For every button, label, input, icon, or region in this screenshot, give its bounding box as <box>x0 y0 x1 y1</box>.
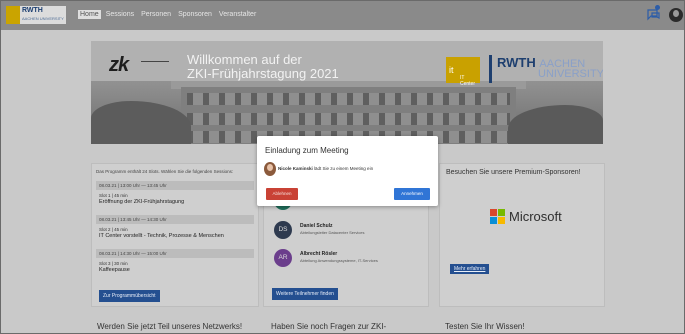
meeting-invite-dialog: Einladung zum Meeting Nicole Kaminski lä… <box>257 136 438 206</box>
sponsor-more-button[interactable]: Mehr erfahren <box>450 264 490 274</box>
invite-message: Nicole Kaminski lädt Sie zu einem Meetin… <box>278 166 373 171</box>
banner-welcome-line1: Willkommen auf der <box>187 52 302 67</box>
logo-text: RWTH AACHEN UNIVERSITY <box>22 7 64 23</box>
contact-role: Abteilung Anwendungssysteme, IT-Services <box>300 258 378 263</box>
logo-subtitle: AACHEN UNIVERSITY <box>22 16 64 21</box>
invite-text: lädt Sie zu einem Meeting ein <box>314 166 374 171</box>
logo-wordmark: RWTH <box>22 7 43 14</box>
sponsor-name: Microsoft <box>509 209 562 224</box>
quiz-heading: Testen Sie Ihr Wissen! <box>445 322 525 331</box>
session-title: IT Center vorstellt - Technik, Prozesse … <box>99 233 224 239</box>
session-item[interactable]: Slot 2 | 45 min IT Center vorstellt - Te… <box>96 227 254 239</box>
contact-item[interactable]: DS Daniel Schulz Abteilungsleiter Datace… <box>274 221 424 241</box>
sponsors-heading: Besuchen Sie unsere Premium-Sponsoren! <box>446 169 581 176</box>
session-title: Eröffnung der ZKI-Frühjahrstagung <box>99 199 185 205</box>
contact-name: Daniel Schulz <box>300 223 333 229</box>
find-participants-button[interactable]: Weitere Teilnehmer finden <box>272 288 338 300</box>
rwth-logo-bar <box>489 55 492 83</box>
banner-trees-right <box>508 105 603 144</box>
caller-name: Nicole Kaminski <box>278 166 313 171</box>
banner-welcome-line2: ZKI-Frühjahrstagung 2021 <box>187 66 339 81</box>
dialog-title: Einladung zum Meeting <box>265 146 349 155</box>
session-time: 08.03.21 | 13:00 Uhr — 13:45 Uhr <box>96 181 254 190</box>
nav-link-home[interactable]: Home <box>78 10 101 19</box>
notification-dot <box>655 5 660 10</box>
rwth-university: UNIVERSITY <box>538 68 603 80</box>
network-heading: Werden Sie jetzt Teil unseres Netzwerks! <box>97 322 243 331</box>
ms-logo-square <box>498 209 505 216</box>
building-window-row <box>187 113 510 125</box>
questions-heading: Haben Sie noch Fragen zur ZKI- <box>271 322 387 331</box>
rwth-wordmark: RWTH <box>497 55 536 70</box>
nav-link-sessions[interactable]: Sessions <box>104 10 136 19</box>
user-avatar[interactable] <box>669 8 683 22</box>
app-window: RWTH AACHEN UNIVERSITY Home Sessions Per… <box>0 0 685 334</box>
program-card: Das Programm enthält 24 Slots. Wählen Si… <box>91 163 259 307</box>
session-meta: Slot 2 | 45 min <box>99 227 128 232</box>
rwth-logo[interactable]: RWTH AACHEN UNIVERSITY <box>6 6 66 24</box>
building-window-row <box>187 93 510 105</box>
chat-icon[interactable] <box>647 9 660 21</box>
session-item[interactable]: Slot 3 | 30 min Kaffeepause <box>96 261 254 273</box>
logo-color-block <box>6 6 20 24</box>
program-note: Das Programm enthält 24 Slots. Wählen Si… <box>96 169 234 174</box>
session-meta: Slot 3 | 30 min <box>99 261 128 266</box>
top-nav: RWTH AACHEN UNIVERSITY Home Sessions Per… <box>1 1 684 30</box>
it-center-logo: it IT Center <box>446 57 480 87</box>
contact-role: Abteilungsleiter Datacenter Services <box>300 230 365 235</box>
banner-trees-left <box>91 101 191 144</box>
it-center-symbol: it <box>449 65 454 75</box>
decline-button[interactable]: Ablehnen <box>266 188 298 200</box>
contact-item[interactable]: AR Albrecht Rösler Abteilung Anwendungss… <box>274 249 424 269</box>
program-overview-button[interactable]: Zur Programmübersicht <box>99 290 160 302</box>
nav-link-veranstalter[interactable]: Veranstalter <box>217 10 258 19</box>
welcome-banner: zk Willkommen auf der ZKI-Frühjahrstagun… <box>91 41 603 144</box>
contact-avatar: DS <box>274 221 292 239</box>
session-time: 08.03.21 | 13:45 Uhr — 14:30 Uhr <box>96 215 254 224</box>
it-center-label: IT Center <box>460 75 476 87</box>
contact-name: Albrecht Rösler <box>300 251 338 257</box>
zki-logo-sub <box>141 61 169 78</box>
session-title: Kaffeepause <box>99 267 130 273</box>
session-time: 08.03.21 | 14:30 Uhr — 15:00 Uhr <box>96 249 254 258</box>
accept-button[interactable]: Annehmen <box>394 188 430 200</box>
banner-welcome-text: Willkommen auf der ZKI-Frühjahrstagung 2… <box>187 53 339 81</box>
nav-links: Home Sessions Personen Sponsoren Veranst… <box>78 10 258 19</box>
contact-avatar: AR <box>274 249 292 267</box>
ms-logo-square <box>490 209 497 216</box>
session-meta: Slot 1 | 45 min <box>99 193 128 198</box>
ms-logo-square <box>490 217 497 224</box>
zki-logo: zk <box>109 54 129 76</box>
session-item[interactable]: Slot 1 | 45 min Eröffnung der ZKI-Frühja… <box>96 193 254 205</box>
ms-logo-square <box>498 217 505 224</box>
sponsors-card: Besuchen Sie unsere Premium-Sponsoren! M… <box>439 163 605 307</box>
nav-link-sponsoren[interactable]: Sponsoren <box>176 10 214 19</box>
caller-avatar <box>264 162 276 176</box>
rwth-banner-logo: RWTH AACHEN UNIVERSITY <box>489 55 603 83</box>
nav-link-personen[interactable]: Personen <box>139 10 173 19</box>
